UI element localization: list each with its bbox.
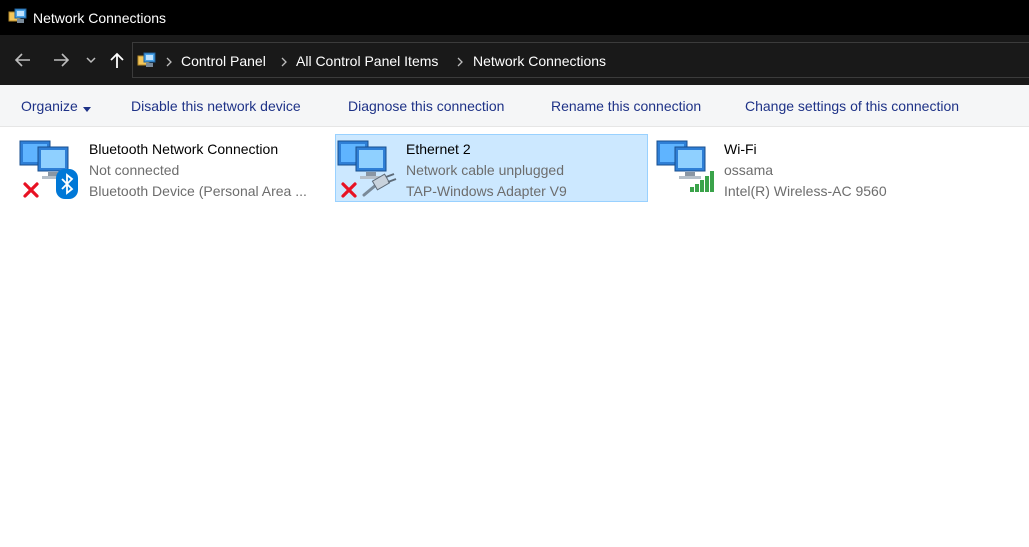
error-x-icon (340, 181, 358, 199)
connection-item-ethernet-2[interactable]: Ethernet 2 Network cable unplugged TAP-W… (335, 134, 648, 202)
connection-item-bluetooth[interactable]: Bluetooth Network Connection Not connect… (17, 134, 322, 202)
network-connections-app-icon (8, 7, 28, 27)
wifi-signal-icon (689, 169, 717, 193)
organize-menu-button[interactable]: Organize (21, 97, 91, 116)
connection-name: Bluetooth Network Connection (89, 141, 279, 157)
connection-status: Not connected (89, 162, 180, 178)
error-x-icon (22, 181, 40, 199)
back-arrow-icon[interactable] (12, 49, 34, 71)
change-settings-button[interactable]: Change settings of this connection (745, 97, 959, 115)
up-arrow-icon[interactable] (106, 49, 128, 71)
connection-name: Wi-Fi (724, 141, 757, 157)
connection-status: Network cable unplugged (406, 162, 564, 178)
title-bar: Network Connections (0, 0, 1029, 35)
rename-connection-button[interactable]: Rename this connection (551, 97, 701, 115)
command-bar: Organize Disable this network device Dia… (0, 85, 1029, 127)
ethernet-cable-icon (362, 173, 398, 197)
connection-device: TAP-Windows Adapter V9 (406, 183, 567, 199)
breadcrumb-separator-icon (280, 55, 288, 67)
dropdown-caret-icon (82, 98, 91, 116)
breadcrumb-all-control-panel-items[interactable]: All Control Panel Items (296, 52, 438, 70)
breadcrumb-separator-icon (165, 55, 173, 67)
breadcrumb-control-panel[interactable]: Control Panel (181, 52, 266, 70)
breadcrumb-separator-icon (456, 55, 464, 67)
connection-device: Intel(R) Wireless-AC 9560 (724, 183, 887, 199)
bluetooth-icon (56, 169, 78, 199)
forward-arrow-icon[interactable] (50, 49, 72, 71)
navigation-bar: Control Panel All Control Panel Items Ne… (0, 35, 1029, 85)
diagnose-connection-button[interactable]: Diagnose this connection (348, 97, 504, 115)
disable-device-button[interactable]: Disable this network device (131, 97, 301, 115)
organize-label: Organize (21, 98, 78, 114)
connection-name: Ethernet 2 (406, 141, 471, 157)
window-title: Network Connections (33, 10, 167, 26)
recent-locations-chevron-icon[interactable] (84, 49, 98, 71)
connection-item-wifi[interactable]: Wi-Fi ossama Intel(R) Wireless-AC 9560 (654, 134, 914, 202)
address-bar[interactable]: Control Panel All Control Panel Items Ne… (132, 42, 1029, 78)
breadcrumb-network-connections[interactable]: Network Connections (473, 52, 606, 70)
connection-status: ossama (724, 162, 774, 178)
network-folder-icon (137, 52, 157, 70)
connection-device: Bluetooth Device (Personal Area ... (89, 183, 307, 199)
